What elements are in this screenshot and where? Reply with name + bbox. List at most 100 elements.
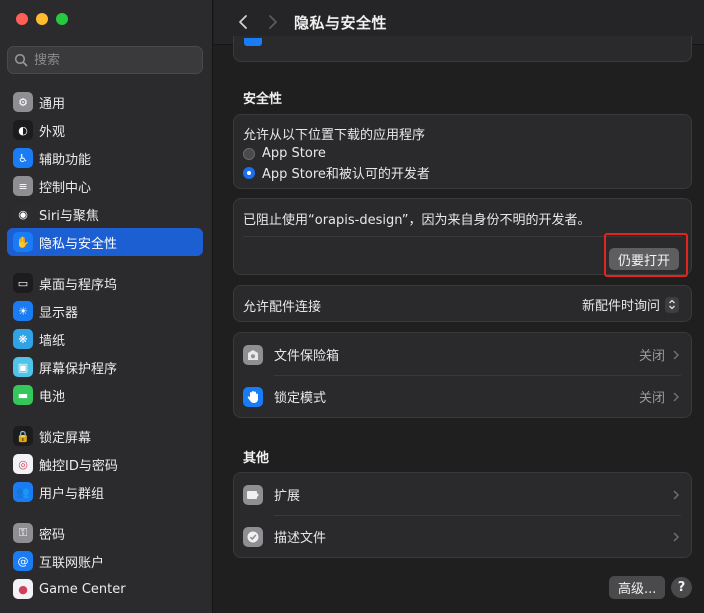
hand-icon (243, 386, 263, 407)
other-section-title: 其他 (243, 451, 270, 466)
sidebar-group-system: ⚙ 通用 ◐ 外观 ♿ 辅助功能 ≡ 控制中心 ◉ Siri与聚焦 ✋ 隐私与安全性 (7, 88, 203, 256)
sidebar-item-label: Siri与聚焦 (39, 208, 99, 224)
sidebar-item[interactable]: ▣ 屏幕保护程序 (7, 353, 203, 381)
sidebar-item[interactable]: ⚙ 通用 (7, 88, 203, 116)
chevron-right-icon (673, 489, 680, 500)
previous-card (233, 36, 692, 62)
extensions-row[interactable]: 扩展 (234, 473, 691, 516)
key-icon: ⚿ (13, 523, 33, 543)
sidebar-item-label: 墙纸 (39, 333, 66, 349)
help-button[interactable]: ? (671, 577, 692, 598)
sidebar-item-label: 触控ID与密码 (39, 458, 118, 474)
chevron-right-icon (673, 391, 680, 402)
radio-app-store[interactable]: App Store (243, 144, 326, 163)
sidebar-item-label: Game Center (39, 581, 126, 597)
zoom-window-button[interactable] (56, 13, 68, 25)
minimize-window-button[interactable] (36, 13, 48, 25)
filevault-row[interactable]: 文件保险箱 关闭 (234, 333, 691, 376)
open-anyway-button[interactable]: 仍要打开 (608, 248, 679, 270)
vault-lockdown-card: 文件保险箱 关闭 锁定模式 关闭 (233, 332, 692, 418)
sidebar-item-label: 密码 (39, 527, 66, 543)
partial-icon (244, 38, 262, 46)
gear-icon: ⚙ (13, 92, 33, 112)
sidebar-item[interactable]: ≡ 控制中心 (7, 172, 203, 200)
siri-icon: ◉ (13, 204, 33, 224)
filevault-value: 关闭 (638, 349, 665, 364)
search-icon (14, 53, 28, 67)
display-icon: ☀ (13, 301, 33, 321)
vault-icon (243, 344, 263, 365)
sidebar-item[interactable]: @ 互联网账户 (7, 547, 203, 575)
search-input[interactable] (34, 52, 184, 68)
main-pane: 隐私与安全性 安全性 允许从以下位置下载的应用程序 App Store App … (214, 0, 704, 613)
sidebar-item-label: 外观 (39, 124, 66, 140)
sidebar-item[interactable]: ♿ 辅助功能 (7, 144, 203, 172)
appearance-icon: ◐ (13, 120, 33, 140)
sidebar-item[interactable]: ☀ 显示器 (7, 297, 203, 325)
sidebar-item-label: 用户与群组 (39, 486, 105, 502)
sidebar-item[interactable]: ▬ 电池 (7, 381, 203, 409)
lockdown-value: 关闭 (638, 391, 665, 406)
lock-icon: 🔒 (13, 426, 33, 446)
sidebar-item-label: 辅助功能 (39, 152, 92, 168)
sidebar-group-security: 🔒 锁定屏幕 ◎ 触控ID与密码 👥 用户与群组 (7, 422, 203, 506)
battery-icon: ▬ (13, 385, 33, 405)
back-button[interactable] (228, 7, 258, 37)
sidebar-item[interactable]: 🔒 锁定屏幕 (7, 422, 203, 450)
profiles-label: 描述文件 (274, 531, 327, 546)
popup-value: 新配件时询问 (581, 299, 660, 314)
checkmark-seal-icon (243, 526, 263, 547)
sidebar-item[interactable]: ◉ Siri与聚焦 (7, 200, 203, 228)
divider (243, 236, 682, 237)
sidebar-item[interactable]: ⚿ 密码 (7, 519, 203, 547)
extension-icon (243, 484, 263, 505)
sidebar-item-label: 屏幕保护程序 (39, 361, 118, 377)
page-title: 隐私与安全性 (294, 13, 388, 32)
sidebar-item[interactable]: ▭ 桌面与程序坞 (7, 269, 203, 297)
chevron-up-down-icon (665, 296, 679, 313)
hand-icon: ✋ (13, 232, 33, 252)
profiles-row[interactable]: 描述文件 (234, 515, 691, 558)
sidebar-item[interactable]: ● Game Center (7, 575, 203, 603)
close-window-button[interactable] (16, 13, 28, 25)
radio-button-checked[interactable] (243, 166, 255, 179)
sidebar-item[interactable]: ✋ 隐私与安全性 (7, 228, 203, 256)
blocked-app-card: 已阻止使用“orapis-design”，因为来自身份不明的开发者。 仍要打开 (233, 198, 692, 277)
chevron-right-icon (269, 15, 277, 29)
filevault-label: 文件保险箱 (274, 349, 340, 364)
accessory-label: 允许配件连接 (243, 300, 322, 315)
sidebar: ⚙ 通用 ◐ 外观 ♿ 辅助功能 ≡ 控制中心 ◉ Siri与聚焦 ✋ 隐私与安全性 ▭ 桌面与程序坞 ☀… (0, 0, 213, 613)
accessory-card: 允许配件连接 新配件时询问 (233, 285, 692, 322)
sidebar-item[interactable]: ◐ 外观 (7, 116, 203, 144)
search-field[interactable] (7, 46, 203, 74)
sidebar-group-display: ▭ 桌面与程序坞 ☀ 显示器 ❋ 墙纸 ▣ 屏幕保护程序 ▬ 电池 (7, 269, 203, 409)
users-icon: 👥 (13, 482, 33, 502)
sidebar-item-label: 互联网账户 (39, 555, 105, 571)
sidebar-item[interactable]: 👥 用户与群组 (7, 478, 203, 506)
sidebar-item-label: 显示器 (39, 305, 79, 321)
screensaver-icon: ▣ (13, 357, 33, 377)
lockdown-row[interactable]: 锁定模式 关闭 (234, 375, 691, 418)
sidebar-item[interactable]: ◎ 触控ID与密码 (7, 450, 203, 478)
chevron-left-icon (239, 15, 247, 29)
window-controls (16, 13, 68, 25)
other-card: 扩展 描述文件 (233, 472, 692, 558)
allow-apps-card: 允许从以下位置下载的应用程序 App Store App Store和被认可的开… (233, 114, 692, 189)
forward-button[interactable] (258, 7, 288, 37)
sidebar-item[interactable]: ❋ 墙纸 (7, 325, 203, 353)
accessory-popup[interactable]: 新配件时询问 (582, 295, 679, 314)
extensions-label: 扩展 (274, 489, 301, 504)
sidebar-item-label: 桌面与程序坞 (39, 277, 118, 293)
radio-label: App Store (262, 146, 326, 161)
radio-button[interactable] (243, 147, 255, 160)
accessibility-icon: ♿ (13, 148, 33, 168)
lockdown-label: 锁定模式 (274, 391, 327, 406)
at-icon: @ (13, 551, 33, 571)
sidebar-item-label: 锁定屏幕 (39, 430, 92, 446)
allow-apps-label: 允许从以下位置下载的应用程序 (243, 128, 426, 143)
radio-app-store-developers[interactable]: App Store和被认可的开发者 (243, 163, 430, 182)
game-center-icon: ● (13, 579, 33, 599)
sidebar-item-label: 控制中心 (39, 180, 92, 196)
sidebar-group-accounts: ⚿ 密码 @ 互联网账户 ● Game Center (7, 519, 203, 603)
advanced-button[interactable]: 高级... (609, 576, 666, 599)
